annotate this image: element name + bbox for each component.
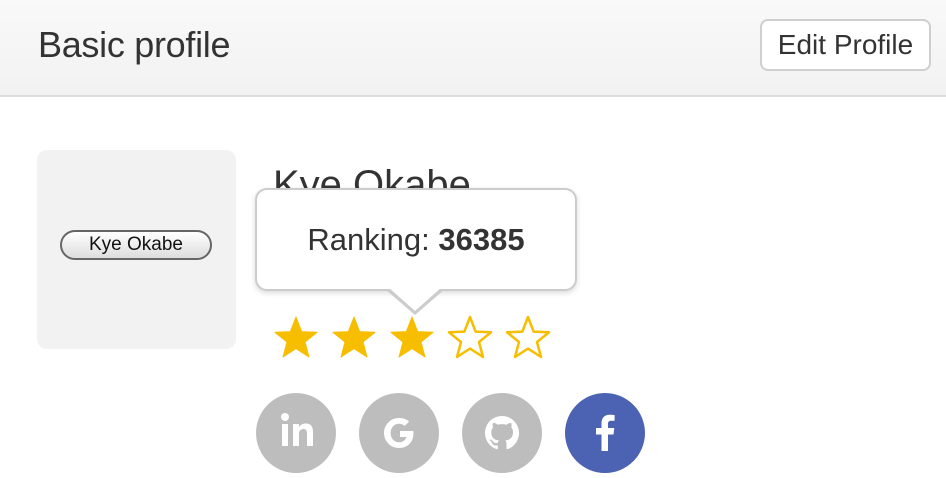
ranking-label: Ranking: (307, 222, 430, 257)
page-title: Basic profile (38, 24, 231, 65)
facebook-link[interactable] (565, 393, 645, 473)
star-filled-icon[interactable] (272, 314, 320, 362)
linkedin-link[interactable] (256, 393, 336, 473)
avatar: Kye Okabe (37, 150, 236, 349)
facebook-icon (596, 414, 615, 451)
github-icon (485, 416, 519, 450)
ranking-value: 36385 (438, 222, 525, 257)
linkedin-icon (281, 413, 313, 446)
star-filled-icon[interactable] (330, 314, 378, 362)
ranking-tooltip: Ranking: 36385 (255, 188, 577, 291)
google-link[interactable] (359, 393, 439, 473)
github-link[interactable] (462, 393, 542, 473)
avatar-name-label: Kye Okabe (60, 230, 212, 260)
star-filled-icon[interactable] (388, 314, 436, 362)
edit-profile-button[interactable]: Edit Profile (760, 19, 931, 71)
page-header: Basic profile Edit Profile (0, 0, 946, 97)
star-empty-icon[interactable] (504, 314, 552, 362)
tooltip-arrow-inner (388, 287, 442, 311)
star-empty-icon[interactable] (446, 314, 494, 362)
google-icon (384, 418, 414, 448)
